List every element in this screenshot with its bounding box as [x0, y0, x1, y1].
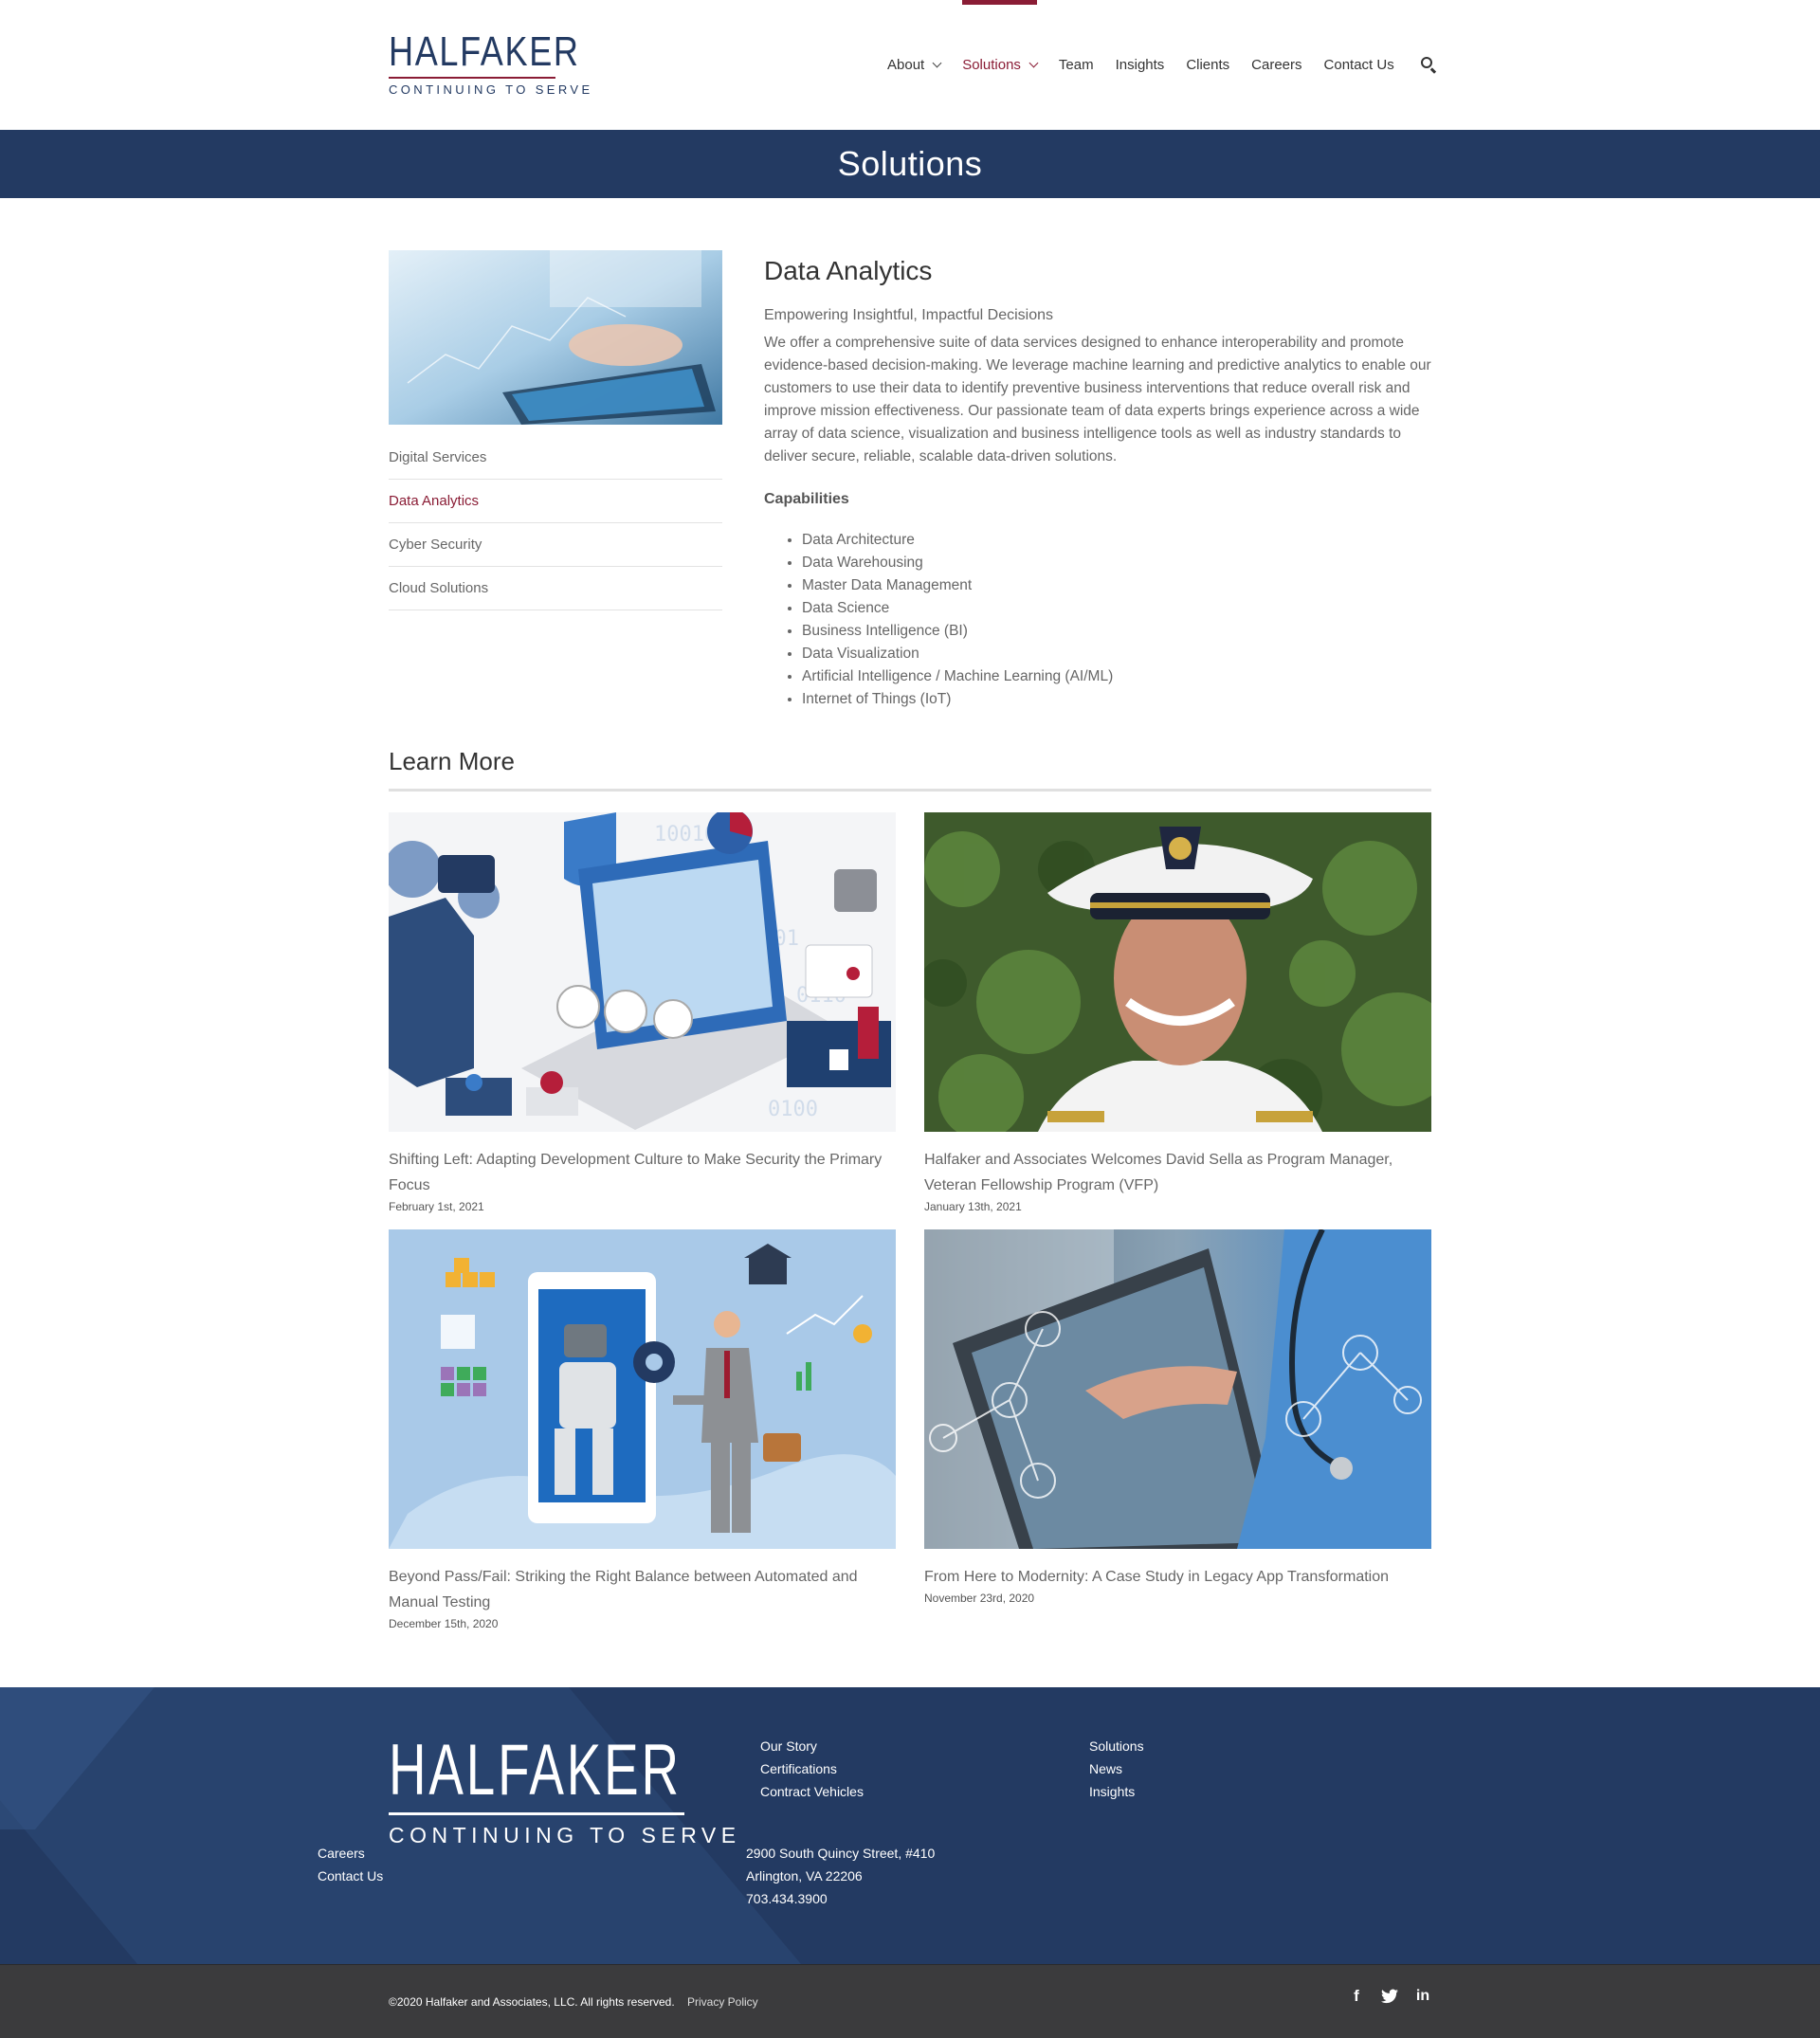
section-heading: Data Analytics — [764, 256, 933, 285]
robot-handshake-illustration[interactable] — [389, 1229, 896, 1549]
capability-item: Data Visualization — [802, 643, 1431, 665]
nav-careers-label: Careers — [1251, 57, 1302, 73]
capabilities-list: Data Architecture Data Warehousing Maste… — [764, 529, 1431, 711]
footer-address-city: Arlington, VA 22206 — [746, 1868, 863, 1883]
article-card: Halfaker and Associates Welcomes David S… — [924, 812, 1431, 1213]
main-content: Data Analytics Empowering Insightful, Im… — [764, 254, 1431, 711]
capability-item: Business Intelligence (BI) — [802, 620, 1431, 643]
nav-solutions-label: Solutions — [962, 57, 1021, 73]
sidebar-item-cloud-solutions[interactable]: Cloud Solutions — [389, 567, 722, 610]
logo-wordmark: HALFAKER — [389, 28, 580, 75]
doctor-tablet-photo[interactable] — [924, 1229, 1431, 1549]
article-title[interactable]: Halfaker and Associates Welcomes David S… — [924, 1147, 1431, 1198]
logo-tagline: CONTINUING TO SERVE — [389, 82, 593, 97]
capabilities-title: Capabilities — [764, 491, 849, 507]
tablet-analytics-photo — [389, 250, 722, 425]
footer-address-street: 2900 South Quincy Street, #410 — [746, 1846, 936, 1861]
footer-link-contact-us[interactable]: Contact Us — [318, 1865, 383, 1887]
footer-logo[interactable]: HALFAKER CONTINUING TO SERVE — [389, 1730, 741, 1848]
article-card: Beyond Pass/Fail: Striking the Right Bal… — [389, 1229, 896, 1630]
article-date: January 13th, 2021 — [924, 1200, 1022, 1213]
section-subheading: Empowering Insightful, Impactful Decisio… — [764, 307, 1054, 323]
footer-link-solutions[interactable]: Solutions — [1089, 1735, 1144, 1757]
sidebar-item-digital-services[interactable]: Digital Services — [389, 436, 722, 480]
site-footer: HALFAKER CONTINUING TO SERVE Careers Con… — [0, 1687, 1820, 1964]
capability-item: Artificial Intelligence / Machine Learni… — [802, 665, 1431, 688]
nav-contact-label: Contact Us — [1323, 57, 1394, 73]
chevron-down-icon — [932, 58, 942, 68]
nav-solutions[interactable]: Solutions — [962, 0, 1039, 130]
article-title[interactable]: Beyond Pass/Fail: Striking the Right Bal… — [389, 1564, 896, 1615]
twitter-icon[interactable] — [1379, 1986, 1400, 2007]
article-title[interactable]: From Here to Modernity: A Case Study in … — [924, 1564, 1431, 1590]
footer-phone[interactable]: 703.434.3900 — [746, 1887, 828, 1910]
nav-contact-us[interactable]: Contact Us — [1324, 0, 1394, 130]
footer-link-contract-vehicles[interactable]: Contract Vehicles — [760, 1780, 864, 1803]
footer-link-insights[interactable]: Insights — [1089, 1780, 1135, 1803]
logo-divider — [389, 77, 555, 79]
capability-item: Master Data Management — [802, 574, 1431, 597]
footer-link-our-story[interactable]: Our Story — [760, 1735, 817, 1757]
nav-about-label: About — [887, 57, 925, 73]
capability-item: Data Warehousing — [802, 552, 1431, 574]
facebook-icon[interactable]: f — [1346, 1986, 1367, 2007]
article-card: From Here to Modernity: A Case Study in … — [924, 1229, 1431, 1605]
halfaker-logo[interactable]: HALFAKER CONTINUING TO SERVE — [389, 28, 593, 97]
security-laptop-illustration[interactable]: 10010101010100101100100 — [389, 812, 896, 1132]
copyright-text: ©2020 Halfaker and Associates, LLC. All … — [389, 1995, 675, 2009]
capability-item: Data Architecture — [802, 529, 1431, 552]
capability-item: Data Science — [802, 597, 1431, 620]
search-icon[interactable] — [1420, 56, 1439, 75]
svg-text:0100: 0100 — [768, 1098, 818, 1121]
site-header: HALFAKER CONTINUING TO SERVE About Solut… — [0, 0, 1820, 130]
nav-insights-label: Insights — [1115, 57, 1165, 73]
solutions-sidebar-nav: Digital Services Data Analytics Cyber Se… — [389, 436, 722, 610]
footer-link-news[interactable]: News — [1089, 1757, 1122, 1780]
article-date: November 23rd, 2020 — [924, 1592, 1035, 1605]
linkedin-icon[interactable]: in — [1412, 1986, 1433, 2007]
officer-portrait-photo[interactable] — [924, 812, 1431, 1132]
footer-bottom-bar: ©2020 Halfaker and Associates, LLC. All … — [0, 1964, 1820, 2038]
article-date: December 15th, 2020 — [389, 1617, 499, 1630]
section-description: We offer a comprehensive suite of data s… — [764, 335, 1431, 464]
capability-item: Internet of Things (IoT) — [802, 688, 1431, 711]
nav-team-label: Team — [1058, 57, 1094, 73]
page-title-bar: Solutions — [0, 130, 1820, 198]
learn-more-divider — [389, 789, 1431, 792]
footer-link-careers[interactable]: Careers — [318, 1842, 365, 1865]
nav-about[interactable]: About — [887, 0, 942, 130]
article-card: 10010101010100101100100 Shi — [389, 812, 896, 1213]
nav-team[interactable]: Team — [1059, 0, 1094, 130]
nav-insights[interactable]: Insights — [1116, 0, 1165, 130]
learn-more-title: Learn More — [389, 747, 515, 775]
footer-logo-divider — [389, 1812, 684, 1815]
privacy-policy-link[interactable]: Privacy Policy — [687, 1995, 758, 2009]
footer-link-certifications[interactable]: Certifications — [760, 1757, 837, 1780]
sidebar-item-cyber-security[interactable]: Cyber Security — [389, 523, 722, 567]
sidebar-item-data-analytics[interactable]: Data Analytics — [389, 480, 722, 523]
main-nav: About Solutions Team Insights Clients Ca… — [887, 0, 1439, 130]
article-title[interactable]: Shifting Left: Adapting Development Cult… — [389, 1147, 896, 1198]
footer-logo-wordmark: HALFAKER — [389, 1730, 682, 1811]
nav-clients[interactable]: Clients — [1186, 0, 1229, 130]
footer-logo-tagline: CONTINUING TO SERVE — [389, 1823, 741, 1847]
page-title: Solutions — [837, 144, 983, 183]
chevron-down-icon — [1028, 58, 1039, 68]
article-date: February 1st, 2021 — [389, 1200, 484, 1213]
nav-careers[interactable]: Careers — [1251, 0, 1301, 130]
nav-clients-label: Clients — [1186, 57, 1230, 73]
